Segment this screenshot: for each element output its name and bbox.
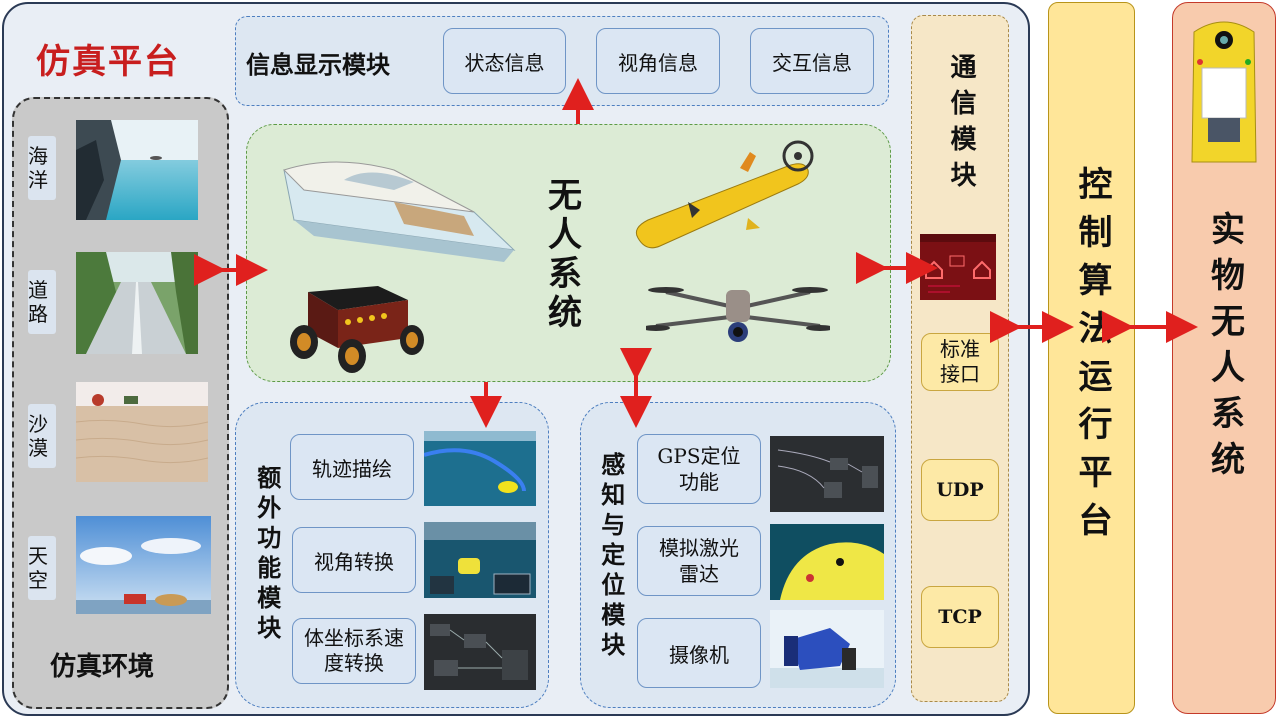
communication-software-image [920,234,996,300]
lidar-image [770,524,884,600]
environment-label-sky: 天空 [28,536,56,600]
extra-functions-title: 额外功能模块 [252,465,282,645]
info-item-view: 视角信息 [596,28,720,94]
environment-label-road: 道路 [28,270,56,334]
perception-item-lidar: 模拟激光雷达 [637,526,761,596]
gps-image [770,436,884,512]
desert-image [76,382,208,482]
info-item-status: 状态信息 [443,28,566,94]
view-switch-image [424,522,536,598]
perception-item-camera: 摄像机 [637,618,761,688]
info-display-title: 信息显示模块 [246,50,390,79]
environment-label-ocean: 海洋 [28,136,56,200]
control-platform: 控制算法运行平台 [1048,2,1135,714]
ugv-image [290,286,424,373]
extra-item-trajectory: 轨迹描绘 [290,434,414,500]
extra-item-view-switch: 视角转换 [292,527,416,593]
perception-item-gps: GPS定位功能 [637,434,761,504]
physical-robot-image [1191,21,1257,163]
comm-item-standard-interface: 标准接口 [921,333,999,391]
unmanned-system-title: 无人系统 [548,175,582,334]
environment-label-desert: 沙漠 [28,404,56,468]
velocity-transform-image [424,614,536,690]
sky-image [76,516,211,614]
communication-title: 通信模块 [945,53,976,197]
comm-item-udp: UDP [921,459,999,521]
auv-image [635,140,814,249]
boat-image [283,161,516,262]
perception-title: 感知与定位模块 [596,452,626,662]
info-item-interaction: 交互信息 [750,28,874,94]
camera-image [770,610,884,688]
extra-item-velocity-transform: 体坐标系速度转换 [292,618,416,684]
simulation-platform-title: 仿真平台 [36,42,180,82]
drone-image [646,287,830,342]
ocean-image [76,120,198,220]
road-image [76,252,198,354]
comm-item-tcp: TCP [921,586,999,648]
environment-title: 仿真环境 [50,652,155,682]
trajectory-image [424,431,536,506]
